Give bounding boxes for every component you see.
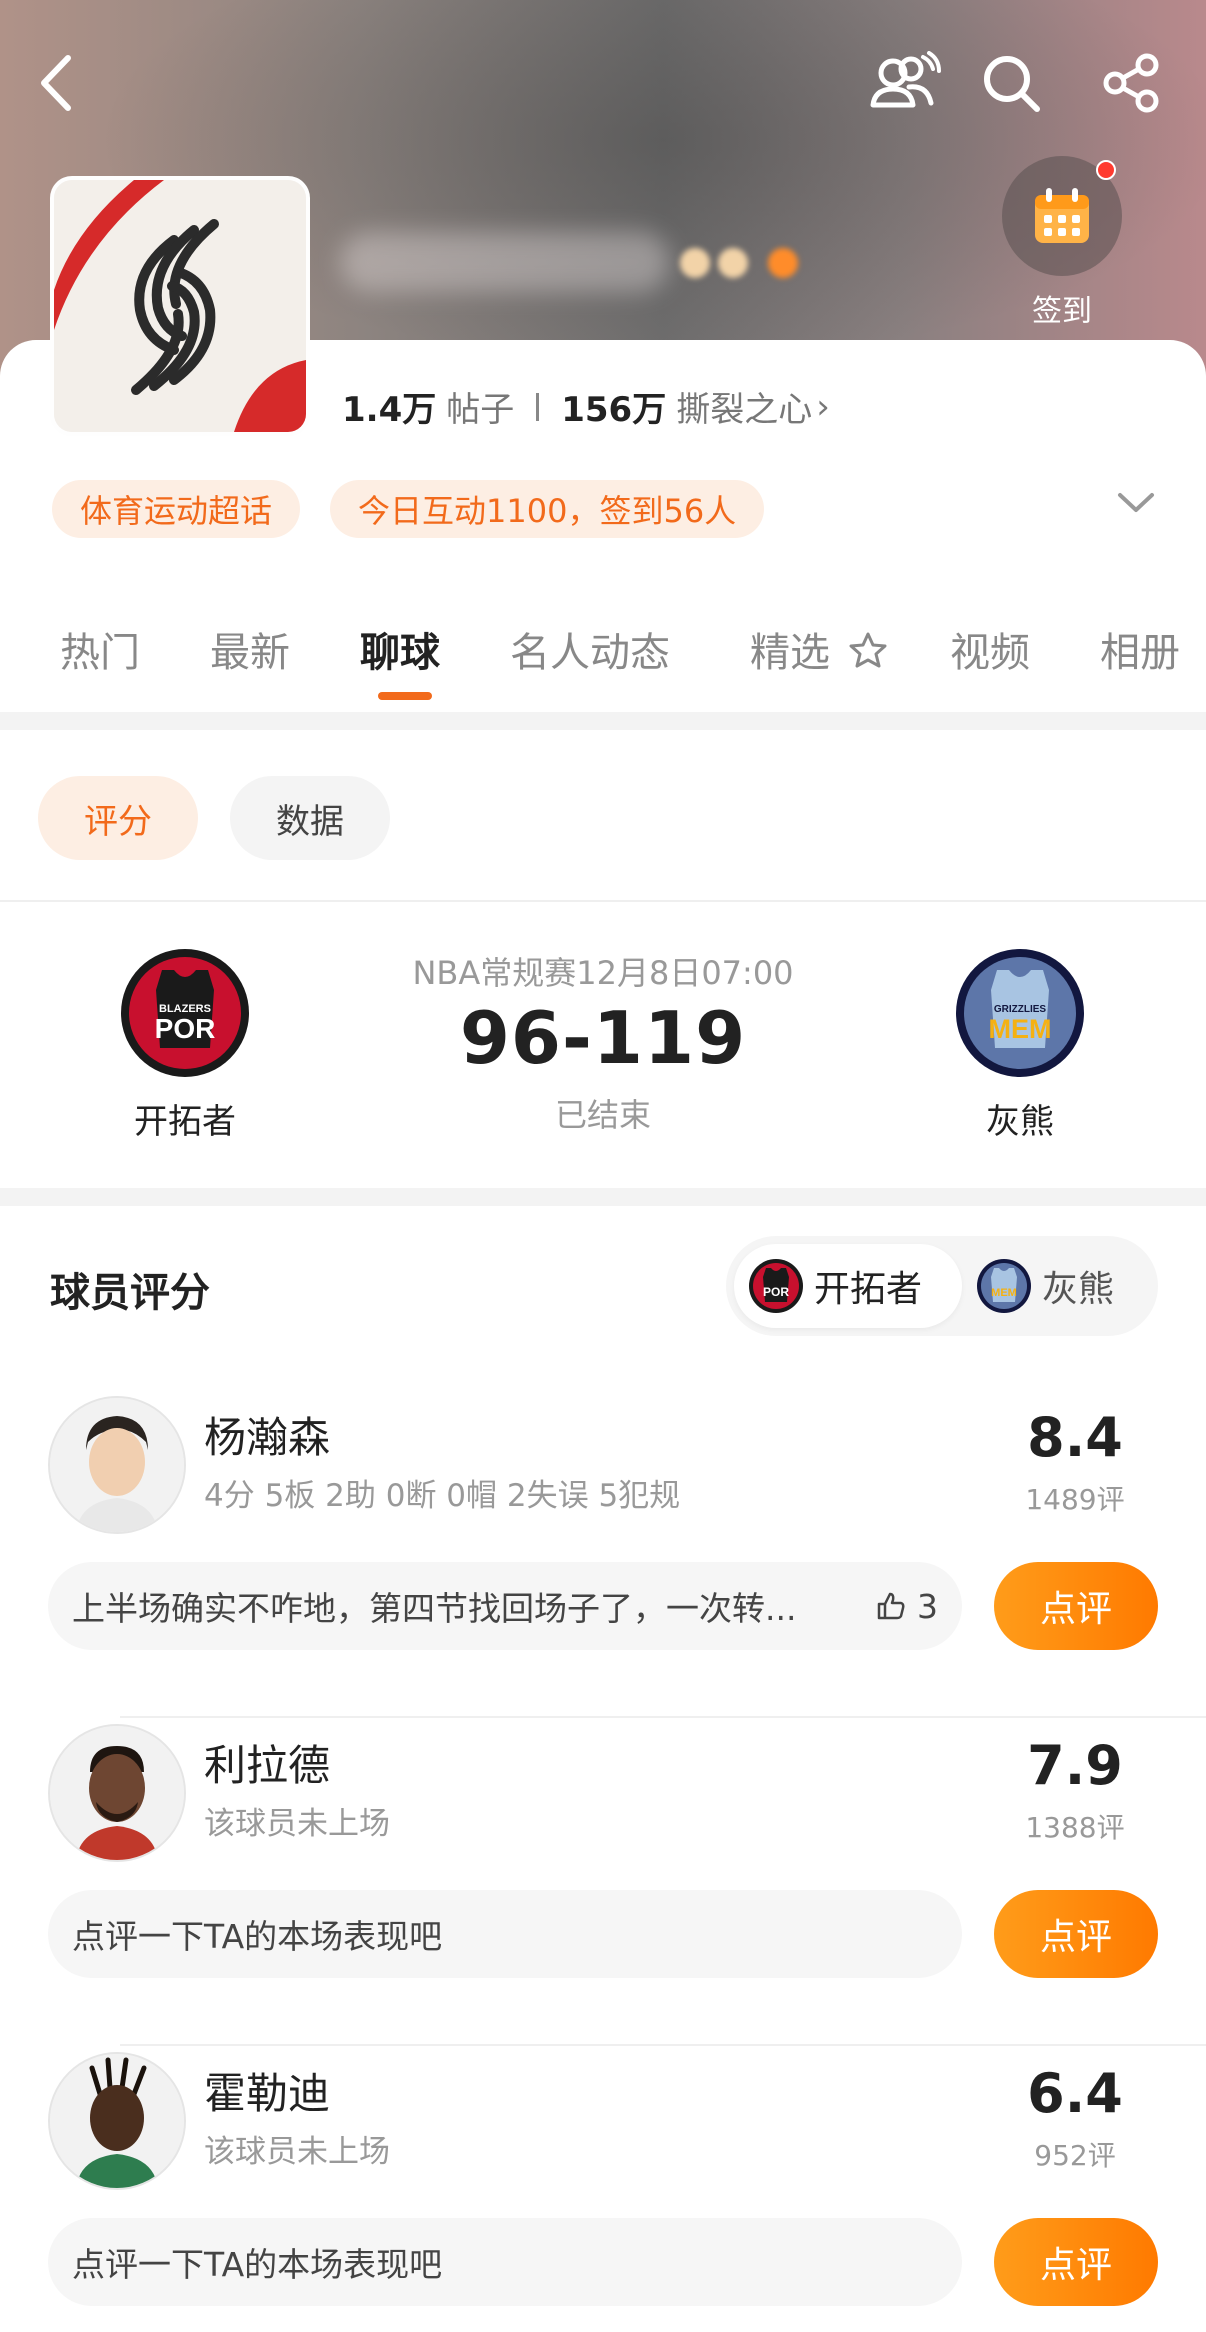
svg-text:POR: POR <box>155 1013 216 1044</box>
chip-activity[interactable]: 今日互动1100，签到56人 <box>330 480 765 538</box>
player-name[interactable]: 霍勒迪 <box>204 2060 330 2121</box>
tab-video[interactable]: 视频 <box>950 620 1030 678</box>
fans-label[interactable]: 撕裂之心 <box>676 382 812 431</box>
segment-data[interactable]: 数据 <box>230 776 390 860</box>
segment-rating[interactable]: 评分 <box>38 776 198 860</box>
player-row: 利拉德 该球员未上场 7.9 1388评 点评一下TA的本场表现吧 点评 <box>0 1724 1206 2054</box>
checkin-button[interactable] <box>1002 156 1122 276</box>
tab-featured[interactable]: 精选 <box>750 620 891 678</box>
likes-count: 3 <box>917 1586 938 1626</box>
player-photo-icon <box>50 1398 184 1532</box>
player-name[interactable]: 利拉德 <box>204 1732 330 1793</box>
svg-text:MEM: MEM <box>991 1287 1017 1299</box>
blazers-mini-logo-icon: POR <box>749 1259 803 1313</box>
player-name[interactable]: 杨瀚森 <box>204 1404 330 1465</box>
player-score: 7.9 <box>1027 1734 1123 1797</box>
player-row: 霍勒迪 该球员未上场 6.4 952评 点评一下TA的本场表现吧 点评 <box>0 2052 1206 2332</box>
chevron-right-icon[interactable]: › <box>816 387 830 427</box>
player-photo-icon <box>50 2054 184 2188</box>
review-button[interactable]: 点评 <box>994 1562 1158 1650</box>
player-photo-icon <box>50 1726 184 1860</box>
comment-placeholder: 点评一下TA的本场表现吧 <box>72 1917 443 1956</box>
blazers-team-logo[interactable]: BLAZERS POR <box>118 946 252 1080</box>
player-stats: 该球员未上场 <box>204 2134 390 2170</box>
share-icon[interactable] <box>1092 44 1170 122</box>
match-info: NBA常规赛12月8日07:00 <box>412 954 794 992</box>
community-name-blurred <box>340 232 670 292</box>
rating-count: 1388评 <box>1025 1811 1125 1844</box>
player-ratings-title: 球员评分 <box>50 1270 210 1316</box>
grizzlies-jersey-icon: GRIZZLIES MEM <box>956 949 1084 1077</box>
comment-text: 上半场确实不咋地，第四节找回场子了，一次转... <box>72 1589 797 1628</box>
blazers-logo-icon <box>54 180 306 432</box>
svg-text:POR: POR <box>763 1285 789 1299</box>
comment-likes[interactable]: 3 <box>875 1587 938 1626</box>
chip-category[interactable]: 体育运动超话 <box>52 480 301 538</box>
comment-placeholder: 点评一下TA的本场表现吧 <box>72 2245 443 2284</box>
community-chips: 体育运动超话 今日互动1100，签到56人 <box>52 480 765 538</box>
tab-latest[interactable]: 最新 <box>210 620 290 678</box>
review-button[interactable]: 点评 <box>994 1890 1158 1978</box>
player-row: 杨瀚森 4分 5板 2助 0断 0帽 2失误 5犯规 8.4 1489评 上半场… <box>0 1396 1206 1726</box>
player-avatar[interactable] <box>48 1396 186 1534</box>
grizzlies-mini-logo-icon: MEM <box>977 1259 1031 1313</box>
toggle-grizzlies-label: 灰熊 <box>1042 1269 1115 1310</box>
player-avatar[interactable] <box>48 1724 186 1862</box>
rating-count: 1489评 <box>1025 1483 1125 1516</box>
blazers-jersey-icon: BLAZERS POR <box>121 949 249 1077</box>
tab-hot[interactable]: 热门 <box>60 620 140 678</box>
chevron-down-icon[interactable] <box>1116 490 1156 520</box>
svg-text:MEM: MEM <box>989 1014 1052 1044</box>
community-stats: 1.4万 帖子 156万 撕裂之心 › <box>342 382 830 431</box>
posts-label: 帖子 <box>446 390 515 430</box>
match-status: 已结束 <box>554 1096 651 1134</box>
toggle-blazers-label: 开拓者 <box>814 1269 923 1310</box>
star-badge-icon <box>849 632 887 668</box>
active-tab-indicator <box>378 692 432 700</box>
notification-dot <box>1096 160 1116 180</box>
team-toggle: POR 开拓者 MEM 灰熊 <box>726 1236 1158 1336</box>
row-divider <box>120 1716 1206 1718</box>
comment-prompt[interactable]: 点评一下TA的本场表现吧 <box>48 2218 962 2306</box>
grizzlies-team-logo[interactable]: GRIZZLIES MEM <box>953 946 1087 1080</box>
section-gap <box>0 1188 1206 1206</box>
away-team-name: 灰熊 <box>986 1102 1054 1142</box>
match-score: 96-119 <box>459 996 747 1080</box>
comment-prompt[interactable]: 点评一下TA的本场表现吧 <box>48 1890 962 1978</box>
top-comment[interactable]: 上半场确实不咋地，第四节找回场子了，一次转... 3 <box>48 1562 962 1650</box>
badge-blurred <box>718 248 748 278</box>
stats-divider <box>536 392 540 421</box>
player-score: 8.4 <box>1027 1406 1123 1469</box>
calendar-icon <box>1035 188 1089 243</box>
tab-featured-label: 精选 <box>750 630 830 676</box>
toggle-grizzlies[interactable]: MEM 灰熊 <box>976 1244 1156 1328</box>
community-avatar[interactable] <box>50 176 310 436</box>
tab-chat[interactable]: 聊球 <box>360 620 440 678</box>
badge-blurred <box>680 248 710 278</box>
home-team-name: 开拓者 <box>134 1102 236 1142</box>
fans-count[interactable]: 156万 <box>561 382 666 431</box>
player-stats: 该球员未上场 <box>204 1806 390 1842</box>
checkin-label[interactable]: 签到 <box>1002 286 1122 330</box>
search-icon[interactable] <box>972 44 1050 122</box>
tab-celebrity[interactable]: 名人动态 <box>510 620 670 678</box>
section-gap <box>0 712 1206 730</box>
divider <box>0 900 1206 902</box>
thumbs-up-icon <box>877 1592 905 1620</box>
toggle-blazers[interactable]: POR 开拓者 <box>734 1244 962 1328</box>
player-avatar[interactable] <box>48 2052 186 2190</box>
tab-album[interactable]: 相册 <box>1100 620 1180 678</box>
player-stats: 4分 5板 2助 0断 0帽 2失误 5犯规 <box>204 1478 681 1514</box>
rating-count: 952评 <box>1034 2139 1116 2172</box>
player-score: 6.4 <box>1027 2062 1123 2125</box>
review-button[interactable]: 点评 <box>994 2218 1158 2306</box>
row-divider <box>120 2044 1206 2046</box>
back-icon[interactable] <box>18 44 96 122</box>
community-members-icon[interactable] <box>866 44 944 122</box>
posts-count: 1.4万 <box>342 390 437 430</box>
badge-blurred <box>768 248 798 278</box>
